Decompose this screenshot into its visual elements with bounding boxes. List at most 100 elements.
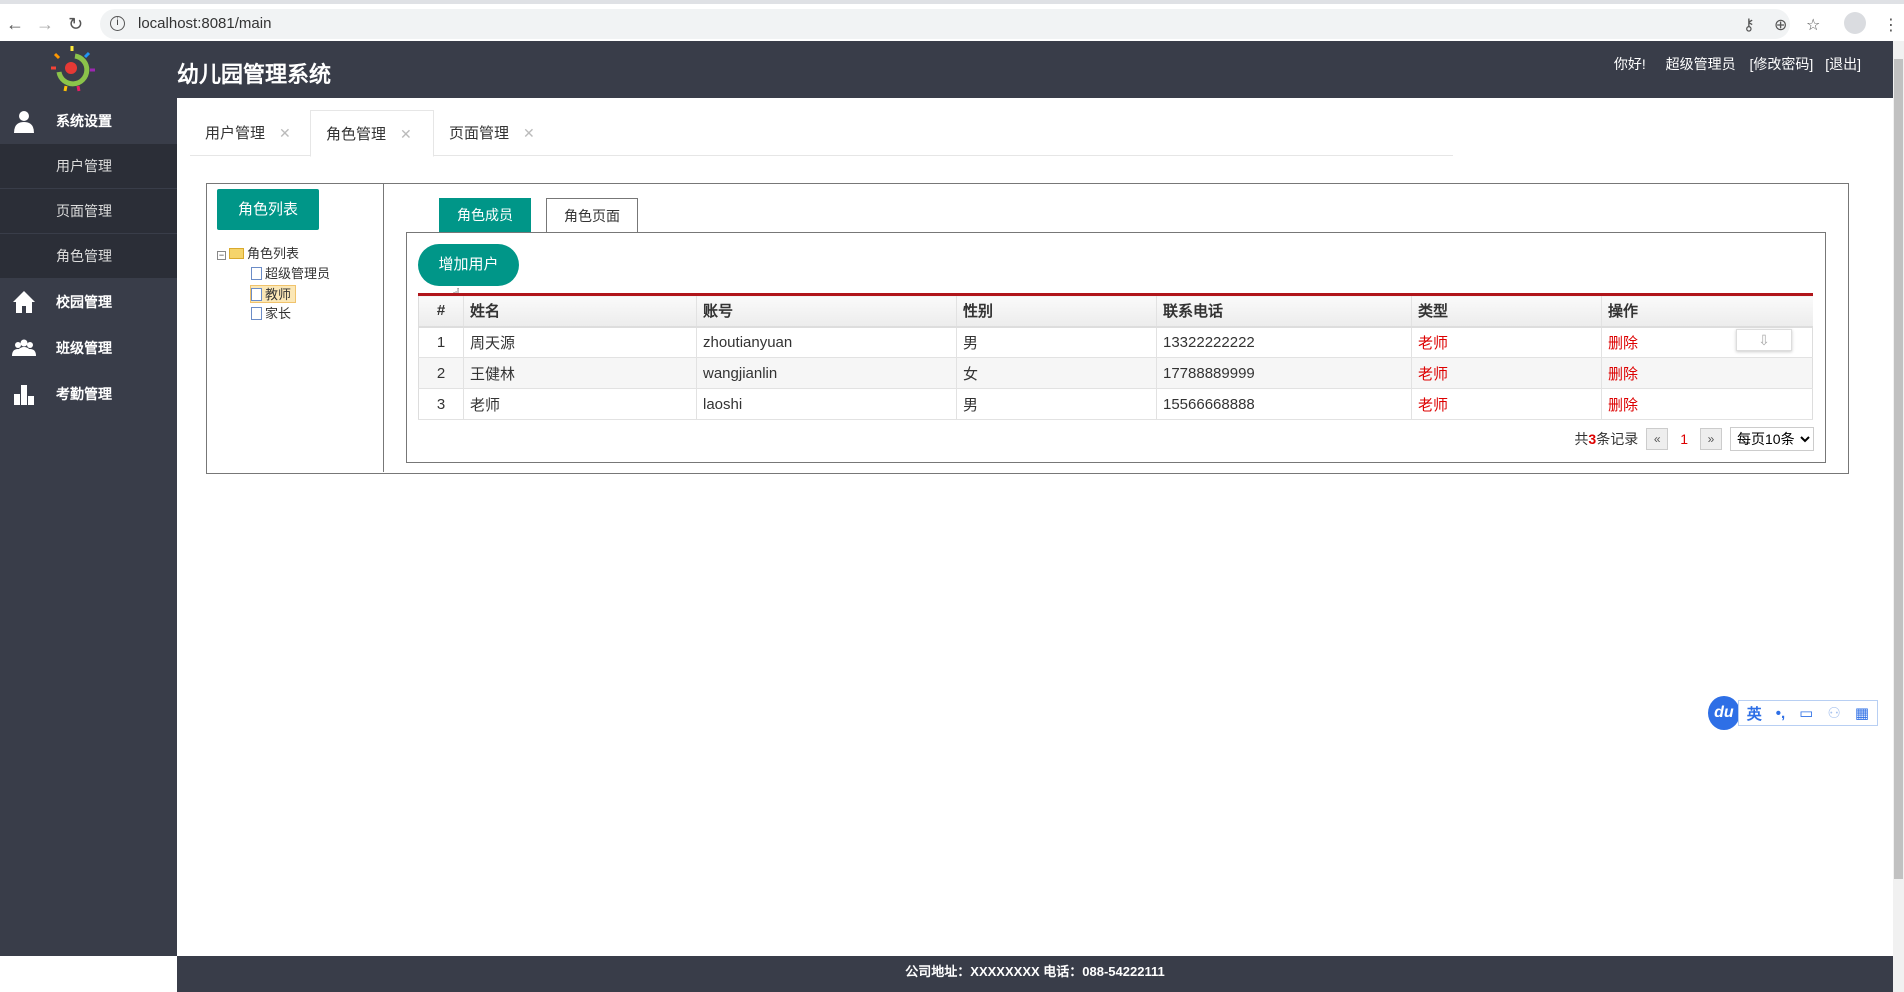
tab-user-management[interactable]: 用户管理 ✕	[190, 110, 310, 156]
col-header: 操作	[1601, 294, 1813, 328]
tree-node-teacher[interactable]: 教师	[250, 285, 297, 303]
tab-page-management[interactable]: 页面管理 ✕	[434, 110, 554, 156]
key-icon[interactable]: ⚷	[1743, 15, 1755, 35]
collapse-icon[interactable]: −	[217, 251, 226, 260]
greeting: 你好!	[1613, 56, 1646, 72]
ime-skin-icon[interactable]: ▭	[1799, 704, 1813, 722]
tree-root[interactable]: − 角色列表	[217, 245, 299, 263]
sidebar-item-page-management[interactable]: 页面管理	[0, 189, 177, 234]
download-arrow-icon[interactable]: ⇩	[1736, 328, 1792, 351]
star-icon[interactable]: ☆	[1806, 15, 1820, 35]
role-container: 角色列表 − 角色列表 超级管理员 教师 家长 角色成员 角色页面 增加用户 ☝ …	[206, 183, 1849, 474]
cell-name: 周天源	[463, 326, 697, 358]
add-user-button[interactable]: 增加用户	[418, 244, 519, 286]
cell-actions: 删除	[1601, 388, 1813, 420]
cell-account: laoshi	[696, 388, 957, 420]
tab-role-members[interactable]: 角色成员	[439, 198, 531, 232]
close-icon[interactable]: ✕	[279, 125, 291, 141]
tab-label: 页面管理	[449, 125, 510, 142]
delete-link[interactable]: 删除	[1608, 397, 1638, 414]
delete-link[interactable]: 删除	[1608, 366, 1638, 383]
col-header: #	[418, 294, 464, 328]
footer-address: 公司地址：XXXXXXXX 电话：088-54222111	[905, 964, 1165, 979]
file-icon	[251, 267, 262, 280]
change-password-link[interactable]: [修改密码]	[1750, 56, 1814, 72]
close-icon[interactable]: ✕	[523, 125, 535, 141]
group-icon	[12, 339, 36, 356]
tab-role-management[interactable]: 角色管理 ✕	[310, 110, 434, 157]
tree-label: 超级管理员	[265, 266, 331, 281]
current-page[interactable]: 1	[1680, 431, 1688, 447]
cell-account: zhoutianyuan	[696, 326, 957, 358]
col-header: 账号	[696, 294, 957, 328]
table-row: 1 周天源 zhoutianyuan 男 13322222222 老师 删除 ⇩	[418, 326, 1813, 358]
sidebar-group-attendance[interactable]: 考勤管理	[0, 371, 177, 417]
zoom-icon[interactable]: ⊕	[1774, 15, 1787, 35]
role-list-button[interactable]: 角色列表	[217, 189, 319, 230]
info-icon[interactable]: i	[110, 16, 125, 31]
close-icon[interactable]: ✕	[400, 126, 412, 142]
folder-icon	[229, 248, 244, 259]
tree-label: 家长	[265, 306, 292, 321]
ime-grid-icon[interactable]: ▦	[1855, 704, 1869, 722]
logout-link[interactable]: [退出]	[1825, 56, 1861, 72]
tree-node-parent[interactable]: 家长	[251, 305, 291, 323]
cell-actions: 删除 ⇩	[1601, 326, 1813, 358]
address-bar[interactable]: i localhost:8081/main	[100, 9, 1790, 39]
cell-phone: 15566668888	[1156, 388, 1412, 420]
tab-label: 角色管理	[326, 126, 387, 143]
cell-gender: 男	[956, 388, 1157, 420]
count-prefix: 共	[1574, 431, 1589, 447]
cell-name: 王健林	[463, 357, 697, 389]
app-title: 幼儿园管理系统	[177, 62, 332, 87]
col-header: 联系电话	[1156, 294, 1412, 328]
role-list-panel: 角色列表 − 角色列表 超级管理员 教师 家长	[207, 184, 384, 472]
prev-page-button[interactable]: «	[1646, 428, 1669, 450]
sidebar-group-class[interactable]: 班级管理	[0, 325, 177, 371]
sidebar-group-campus[interactable]: 校园管理	[0, 279, 177, 325]
pagination: 共3条记录 « 1 » 每页10条	[1574, 427, 1814, 451]
forward-icon[interactable]: →	[36, 14, 54, 35]
ime-toolbar: du 英 •, ▭ ⚇ ▦	[1708, 696, 1878, 730]
cell-index: 2	[418, 357, 464, 389]
cell-type: 老师	[1411, 388, 1602, 420]
bar-chart-icon	[14, 385, 34, 405]
file-icon	[251, 307, 262, 320]
ime-user-icon[interactable]: ⚇	[1827, 704, 1840, 722]
sidebar-item-role-management[interactable]: 角色管理	[0, 234, 177, 279]
ime-punctuation-toggle[interactable]: •,	[1776, 705, 1785, 722]
col-header: 性别	[956, 294, 1157, 328]
members-table: # 姓名 账号 性别 联系电话 类型 操作 1 周天源 zhoutianyuan…	[418, 293, 1813, 420]
reload-icon[interactable]: ↻	[68, 14, 83, 35]
home-icon	[13, 291, 35, 313]
tree-node-super-admin[interactable]: 超级管理员	[251, 265, 330, 283]
username: 超级管理员	[1665, 56, 1736, 72]
cell-index: 3	[418, 388, 464, 420]
tab-role-pages[interactable]: 角色页面	[546, 198, 638, 233]
cell-name: 老师	[463, 388, 697, 420]
sidebar: 系统设置 用户管理 页面管理 角色管理 校园管理 班级管理 考勤管理	[0, 98, 177, 956]
page-scrollbar[interactable]	[1893, 41, 1904, 992]
cell-actions: 删除	[1601, 357, 1813, 389]
baidu-ime-logo[interactable]: du	[1708, 696, 1740, 730]
browser-toolbar: ← → ↻ i localhost:8081/main ⚷ ⊕ ☆ ⋮	[0, 0, 1904, 41]
tab-label: 用户管理	[205, 125, 266, 142]
col-header: 姓名	[463, 294, 697, 328]
sidebar-item-user-management[interactable]: 用户管理	[0, 144, 177, 189]
tree-label: 角色列表	[247, 246, 300, 261]
back-icon[interactable]: ←	[6, 14, 24, 35]
menu-icon[interactable]: ⋮	[1883, 15, 1899, 35]
scrollbar-thumb[interactable]	[1894, 59, 1903, 879]
next-page-button[interactable]: »	[1700, 428, 1722, 450]
ime-language-toggle[interactable]: 英	[1747, 703, 1762, 724]
cell-index: 1	[418, 326, 464, 358]
page-size-select[interactable]: 每页10条	[1730, 427, 1814, 451]
sidebar-group-label: 校园管理	[56, 294, 112, 310]
tree-label: 教师	[265, 287, 292, 302]
members-panel: 增加用户 ☝ # 姓名 账号 性别 联系电话 类型 操作 1 周天源 zhout…	[406, 232, 1826, 463]
sidebar-group-system-settings[interactable]: 系统设置	[0, 98, 177, 144]
profile-icon[interactable]	[1844, 12, 1866, 34]
delete-link[interactable]: 删除	[1608, 335, 1638, 352]
page-tabs: 用户管理 ✕ 角色管理 ✕ 页面管理 ✕	[190, 110, 1453, 157]
cell-type: 老师	[1411, 357, 1602, 389]
